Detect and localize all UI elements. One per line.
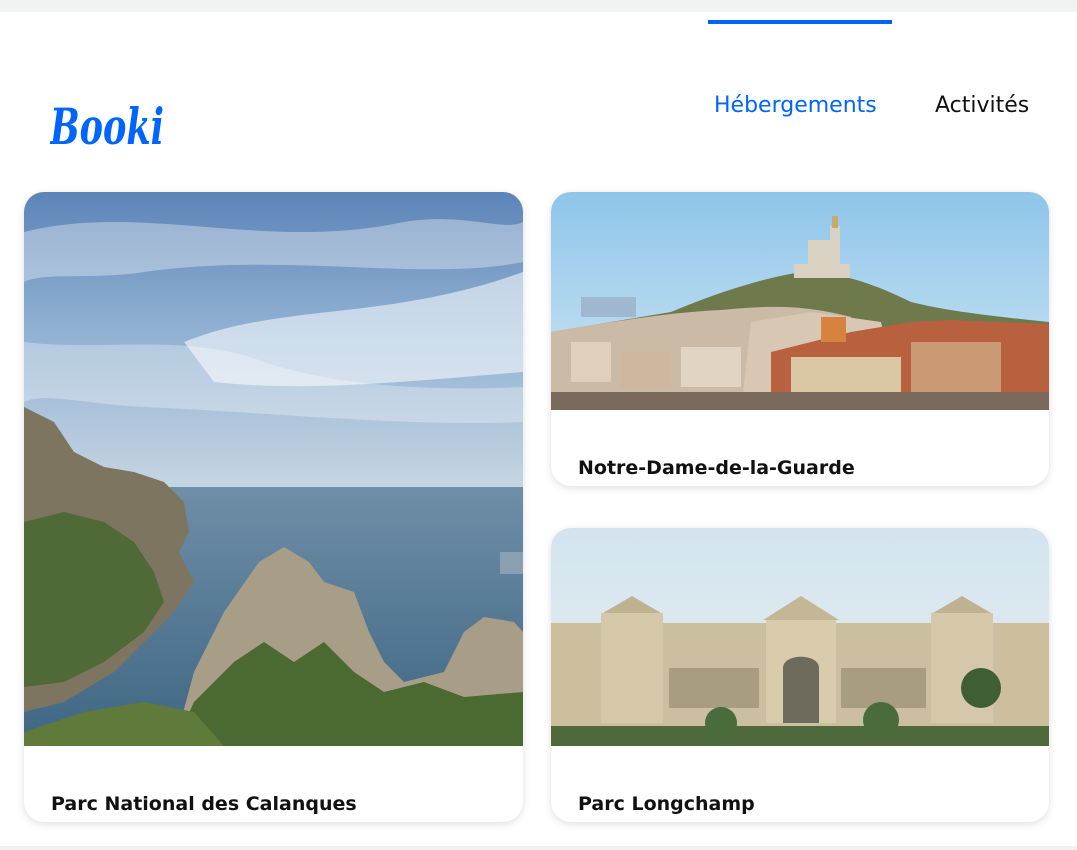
bottom-bar-strip (0, 846, 1077, 850)
card-title-notredame: Notre-Dame-de-la-Guarde (578, 456, 855, 479)
card-title-calanques: Parc National des Calanques (51, 792, 357, 815)
card-image-calanques (24, 192, 523, 746)
nav-item-activites[interactable]: Activités (935, 92, 1029, 120)
card-image-notredame (551, 192, 1049, 410)
booki-logo-wordmark: Booki (50, 97, 164, 154)
notre-dame-photo (551, 192, 1049, 410)
svg-text:Booki: Booki (50, 97, 164, 154)
active-tab-indicator (708, 20, 892, 24)
calanques-photo (24, 192, 523, 746)
card-title-longchamp: Parc Longchamp (578, 792, 755, 815)
longchamp-photo (551, 528, 1049, 746)
card-notredame[interactable]: Notre-Dame-de-la-Guarde (551, 192, 1049, 486)
card-longchamp[interactable]: Parc Longchamp (551, 528, 1049, 822)
card-image-longchamp (551, 528, 1049, 746)
nav-item-hebergements[interactable]: Hébergements (714, 92, 877, 120)
booki-logo[interactable]: Booki (50, 88, 168, 154)
card-calanques[interactable]: Parc National des Calanques (24, 192, 523, 822)
top-bar-strip (0, 0, 1077, 12)
